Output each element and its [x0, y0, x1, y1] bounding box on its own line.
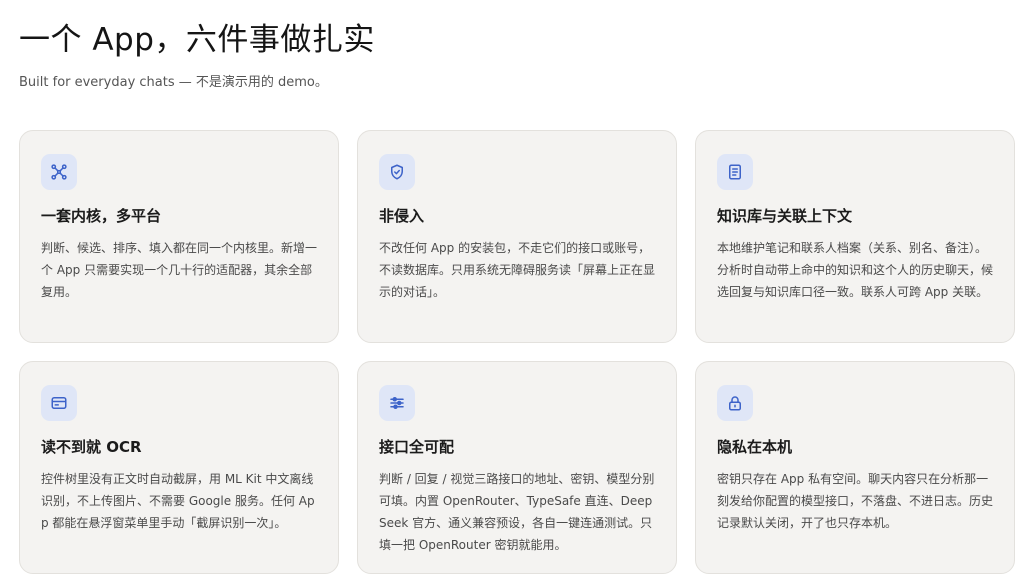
feature-description: 判断、候选、排序、填入都在同一个内核里。新增一个 App 只需要实现一个几十行的… [41, 241, 318, 299]
feature-card-configurable-api: 接口全可配 判断 / 回复 / 视觉三路接口的地址、密钥、模型分别可填。内置 O… [357, 361, 677, 574]
feature-title: 知识库与关联上下文 [717, 207, 853, 225]
feature-description: 控件树里没有正文时自动截屏，用 ML Kit 中文离线识别，不上传图片、不需要 … [41, 472, 315, 530]
network-icon [41, 154, 77, 190]
feature-title: 隐私在本机 [717, 438, 793, 456]
feature-card-privacy: 隐私在本机 密钥只存在 App 私有空间。聊天内容只在分析那一刻发给你配置的模型… [695, 361, 1015, 574]
feature-description: 不改任何 App 的安装包，不走它们的接口或账号，不读数据库。只用系统无障碍服务… [379, 241, 656, 299]
lock-icon [717, 385, 753, 421]
feature-title: 接口全可配 [379, 438, 455, 456]
feature-card-knowledge-base: 知识库与关联上下文 本地维护笔记和联系人档案（关系、别名、备注）。分析时自动带上… [695, 130, 1015, 343]
features-section: 一个 App，六件事做扎实 Built for everyday chats —… [0, 0, 1024, 586]
page-title: 一个 App，六件事做扎实 [19, 22, 375, 58]
feature-title: 读不到就 OCR [41, 438, 142, 456]
feature-description: 密钥只存在 App 私有空间。聊天内容只在分析那一刻发给你配置的模型接口，不落盘… [717, 472, 994, 530]
sliders-icon [379, 385, 415, 421]
document-icon [717, 154, 753, 190]
feature-title: 一套内核，多平台 [41, 207, 162, 225]
feature-card-multi-platform: 一套内核，多平台 判断、候选、排序、填入都在同一个内核里。新增一个 App 只需… [19, 130, 339, 343]
page-subtitle: Built for everyday chats — 不是演示用的 demo。 [19, 75, 328, 90]
feature-description: 判断 / 回复 / 视觉三路接口的地址、密钥、模型分别可填。内置 OpenRou… [379, 472, 655, 552]
feature-card-non-intrusive: 非侵入 不改任何 App 的安装包，不走它们的接口或账号，不读数据库。只用系统无… [357, 130, 677, 343]
id-card-icon [41, 385, 77, 421]
shield-check-icon [379, 154, 415, 190]
feature-card-ocr: 读不到就 OCR 控件树里没有正文时自动截屏，用 ML Kit 中文离线识别，不… [19, 361, 339, 574]
feature-title: 非侵入 [379, 207, 425, 225]
feature-grid: 一套内核，多平台 判断、候选、排序、填入都在同一个内核里。新增一个 App 只需… [19, 130, 1015, 586]
feature-description: 本地维护笔记和联系人档案（关系、别名、备注）。分析时自动带上命中的知识和这个人的… [717, 241, 994, 299]
